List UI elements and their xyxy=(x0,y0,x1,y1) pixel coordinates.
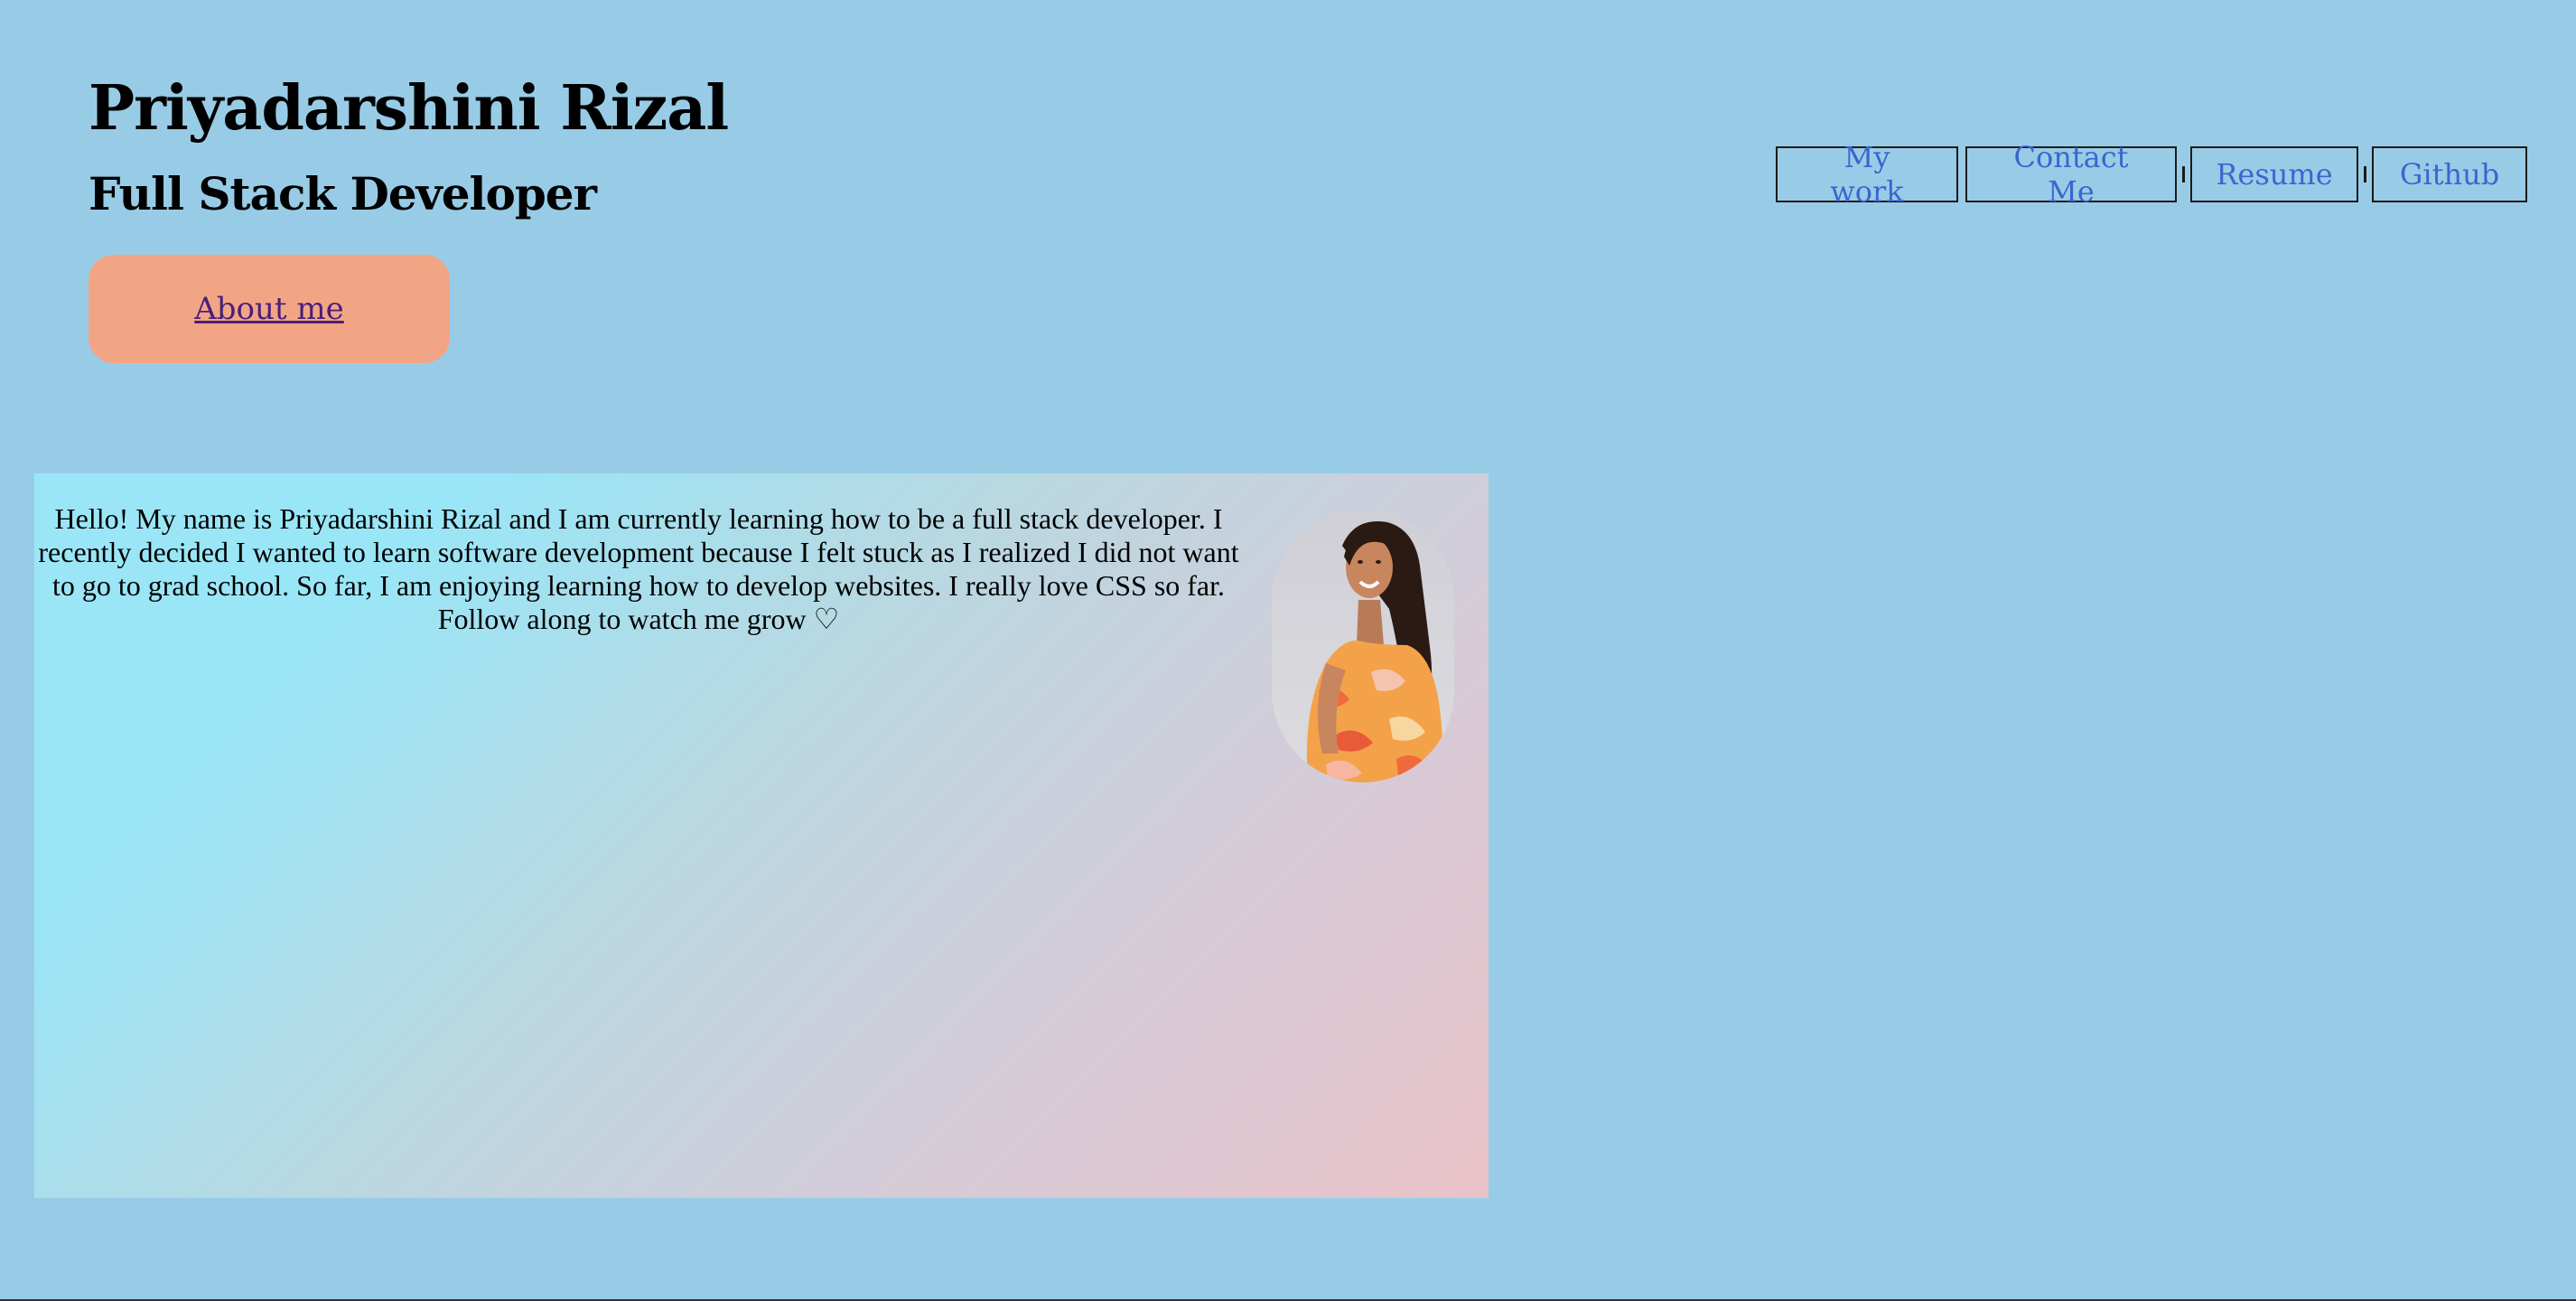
page: Priyadarshini Rizal Full Stack Developer… xyxy=(0,0,2576,1301)
page-subtitle: Full Stack Developer xyxy=(89,167,597,220)
nav-github-button[interactable]: Github xyxy=(2372,146,2527,202)
profile-photo-illustration xyxy=(1272,510,1454,782)
header: Priyadarshini Rizal Full Stack Developer… xyxy=(89,72,729,363)
bio-text: Hello! My name is Priyadarshini Rizal an… xyxy=(38,502,1239,635)
profile-photo xyxy=(1272,510,1454,782)
nav-separator xyxy=(2182,166,2185,183)
nav-contact-me-button[interactable]: Contact Me xyxy=(1965,140,2177,209)
top-nav: My work Contact Me Resume Github xyxy=(1776,140,2527,209)
about-me-button[interactable]: About me xyxy=(89,255,450,363)
nav-my-work-button[interactable]: My work xyxy=(1776,140,1958,209)
nav-separator xyxy=(2364,166,2366,183)
nav-resume-button[interactable]: Resume xyxy=(2190,146,2358,202)
bio-card: Hello! My name is Priyadarshini Rizal an… xyxy=(34,473,1489,1198)
page-title: Priyadarshini Rizal xyxy=(89,72,729,145)
